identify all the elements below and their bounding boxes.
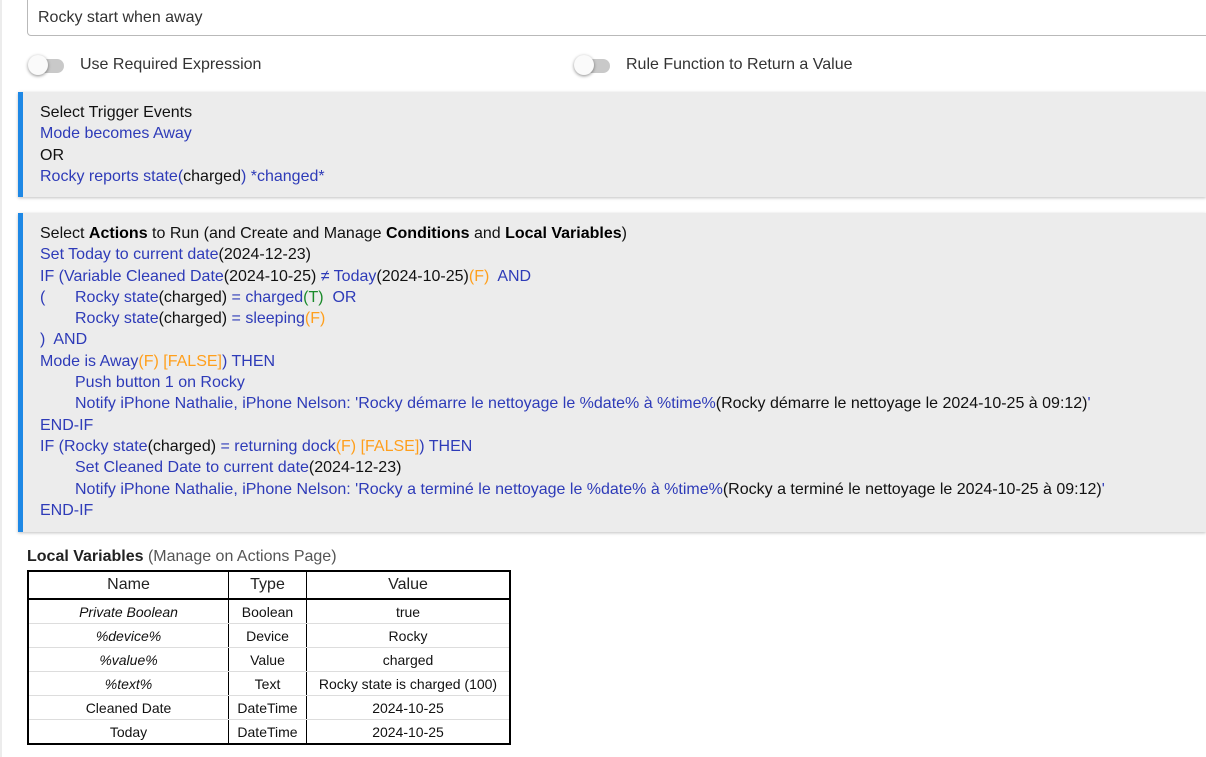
toggle-label: Use Required Expression xyxy=(80,56,262,73)
var-value: true xyxy=(306,598,511,624)
var-name: Today xyxy=(28,719,229,745)
var-value: 2024-10-25 xyxy=(306,719,511,745)
action-notify-start: Notify iPhone Nathalie, iPhone Nelson: '… xyxy=(75,395,1091,413)
var-type: Text xyxy=(228,671,307,696)
actions-header: Select Actions to Run (and Create and Ma… xyxy=(40,225,627,242)
action-set-cleaned-date: Set Cleaned Date to current date(2024-12… xyxy=(75,459,402,477)
var-name: %device% xyxy=(28,623,229,648)
condition-close-and: ) AND xyxy=(40,331,88,349)
var-name: %value% xyxy=(28,647,229,672)
table-row: Private Boolean Boolean true xyxy=(28,598,511,624)
condition-rocky-charged: (Rocky state(charged) = charged(T) OR xyxy=(40,288,357,306)
var-value: charged xyxy=(306,647,511,672)
trigger-rocky-state: Rocky reports state(charged) *changed* xyxy=(40,167,325,185)
use-required-expression-toggle[interactable]: Use Required Expression xyxy=(28,52,261,78)
var-value: 2024-10-25 xyxy=(306,695,511,720)
table-row: %value% Value charged xyxy=(28,647,511,672)
var-name: %text% xyxy=(28,671,229,696)
rule-function-return-value-toggle[interactable]: Rule Function to Return a Value xyxy=(574,52,853,78)
action-set-today: Set Today to current date(2024-12-23) xyxy=(40,246,311,264)
trigger-mode-away: Mode becomes Away xyxy=(40,125,192,143)
table-row: Cleaned Date DateTime 2024-10-25 xyxy=(28,695,511,720)
var-type: DateTime xyxy=(228,695,307,720)
column-header-name: Name xyxy=(27,570,229,600)
table-row: Today DateTime 2024-10-25 xyxy=(28,719,511,745)
var-name: Cleaned Date xyxy=(28,695,229,720)
condition-rocky-sleeping: Rocky state(charged) = sleeping(F) xyxy=(75,310,326,328)
var-value: Rocky state is charged (100) xyxy=(306,671,511,696)
var-type: DateTime xyxy=(228,719,307,745)
trigger-or: OR xyxy=(40,146,64,164)
action-end-if-2: END-IF xyxy=(40,501,94,519)
toggle-switch[interactable] xyxy=(28,54,64,76)
var-value: Rocky xyxy=(306,623,511,648)
action-push-button: Push button 1 on Rocky xyxy=(75,374,245,392)
condition-mode-away: Mode is Away(F) [FALSE]) THEN xyxy=(40,352,276,370)
page-left-rule xyxy=(0,0,2,757)
column-header-value: Value xyxy=(306,570,511,600)
var-name: Private Boolean xyxy=(28,598,229,624)
action-if-returning-dock: IF (Rocky state(charged) = returning doc… xyxy=(40,437,473,455)
rule-name-input[interactable] xyxy=(27,0,1206,36)
action-if-cleaned-date: IF (Variable Cleaned Date(2024-10-25) ≠ … xyxy=(40,267,532,285)
toggle-label: Rule Function to Return a Value xyxy=(626,56,853,73)
action-notify-finished: Notify iPhone Nathalie, iPhone Nelson: '… xyxy=(75,480,1105,498)
column-header-type: Type xyxy=(228,570,307,600)
trigger-events-header: Select Trigger Events xyxy=(40,104,193,121)
var-type: Boolean xyxy=(228,598,307,624)
table-row: %device% Device Rocky xyxy=(28,623,511,648)
local-variables-table: Name Type Value Private Boolean Boolean … xyxy=(27,570,511,745)
action-end-if-1: END-IF xyxy=(40,416,94,434)
toggle-switch[interactable] xyxy=(574,54,610,76)
table-row: %text% Text Rocky state is charged (100) xyxy=(28,671,511,696)
local-variables-title: Local Variables (Manage on Actions Page) xyxy=(27,548,337,565)
var-type: Value xyxy=(228,647,307,672)
trigger-events-panel[interactable]: Select Trigger Events Mode becomes Away … xyxy=(18,92,1206,197)
actions-panel[interactable]: Select Actions to Run (and Create and Ma… xyxy=(18,213,1206,532)
var-type: Device xyxy=(228,623,307,648)
